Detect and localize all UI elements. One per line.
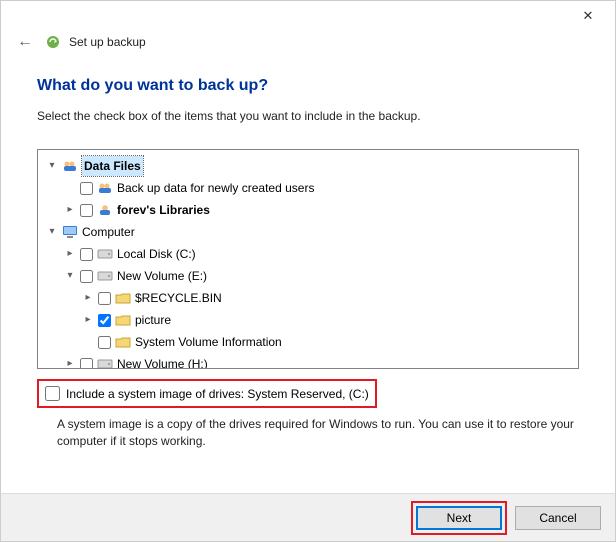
tree-label: New Volume (E:) bbox=[117, 266, 207, 286]
tree-label: $RECYCLE.BIN bbox=[135, 288, 222, 308]
folder-icon bbox=[115, 290, 131, 306]
users-icon bbox=[97, 180, 113, 196]
checkbox-forev-libraries[interactable] bbox=[80, 204, 93, 217]
tree-label: System Volume Information bbox=[135, 332, 282, 352]
close-icon: ✕ bbox=[583, 8, 594, 24]
tree-node-backup-new-users[interactable]: ▸ Back up data for newly created users bbox=[64, 178, 314, 198]
tree-label: Data Files bbox=[82, 156, 143, 176]
drive-icon bbox=[97, 268, 113, 284]
folder-icon bbox=[115, 334, 131, 350]
checkbox-local-disk-c[interactable] bbox=[80, 248, 93, 261]
cancel-button[interactable]: Cancel bbox=[515, 506, 601, 530]
chevron-right-icon[interactable]: ▸ bbox=[64, 200, 76, 220]
system-image-hint: A system image is a copy of the drives r… bbox=[57, 416, 577, 450]
tree-node-data-files[interactable]: ▾ Data Files bbox=[46, 156, 143, 176]
drive-icon bbox=[97, 356, 113, 369]
tree-node-computer[interactable]: ▾ Computer bbox=[46, 222, 135, 242]
chevron-down-icon[interactable]: ▾ bbox=[46, 222, 58, 242]
tree-label: forev's Libraries bbox=[117, 200, 210, 220]
system-image-label: Include a system image of drives: System… bbox=[66, 387, 369, 401]
next-button-highlight: Next bbox=[411, 501, 507, 535]
tree-node-sys-vol-info[interactable]: ▸ System Volume Information bbox=[82, 332, 282, 352]
chevron-down-icon[interactable]: ▾ bbox=[46, 156, 58, 176]
tree-label: Back up data for newly created users bbox=[117, 178, 314, 198]
computer-icon bbox=[62, 224, 78, 240]
user-icon bbox=[97, 202, 113, 218]
tree-node-picture[interactable]: ▸ picture bbox=[82, 310, 171, 330]
tree-node-recycle-bin[interactable]: ▸ $RECYCLE.BIN bbox=[82, 288, 222, 308]
close-button[interactable]: ✕ bbox=[567, 2, 609, 30]
users-icon bbox=[62, 158, 78, 174]
chevron-right-icon[interactable]: ▸ bbox=[64, 244, 76, 264]
tree-label: Computer bbox=[82, 222, 135, 242]
next-button[interactable]: Next bbox=[416, 506, 502, 530]
checkbox-picture[interactable] bbox=[98, 314, 111, 327]
window-title: Set up backup bbox=[69, 35, 146, 49]
backup-tree[interactable]: ▾ Data Files ▸ bbox=[37, 149, 579, 369]
tree-node-new-volume-h[interactable]: ▸ New Volume (H:) bbox=[64, 354, 208, 369]
chevron-right-icon[interactable]: ▸ bbox=[82, 310, 94, 330]
header-row: ← Set up backup bbox=[1, 31, 615, 59]
chevron-right-icon[interactable]: ▸ bbox=[64, 354, 76, 369]
folder-icon bbox=[115, 312, 131, 328]
system-image-row: Include a system image of drives: System… bbox=[37, 379, 377, 408]
checkbox-recycle-bin[interactable] bbox=[98, 292, 111, 305]
checkbox-new-volume-h[interactable] bbox=[80, 358, 93, 370]
dialog-footer: Next Cancel bbox=[1, 493, 615, 541]
backup-app-icon bbox=[45, 34, 61, 50]
tree-label: picture bbox=[135, 310, 171, 330]
checkbox-backup-new-users[interactable] bbox=[80, 182, 93, 195]
checkbox-new-volume-e[interactable] bbox=[80, 270, 93, 283]
tree-node-new-volume-e[interactable]: ▾ New Volume (E:) bbox=[64, 266, 207, 286]
chevron-down-icon[interactable]: ▾ bbox=[64, 266, 76, 286]
title-bar: ✕ bbox=[1, 1, 615, 31]
content-area: What do you want to back up? Select the … bbox=[1, 59, 615, 450]
checkbox-system-image[interactable] bbox=[45, 386, 60, 401]
checkbox-sys-vol-info[interactable] bbox=[98, 336, 111, 349]
tree-label: Local Disk (C:) bbox=[117, 244, 196, 264]
page-heading: What do you want to back up? bbox=[37, 77, 579, 95]
drive-icon bbox=[97, 246, 113, 262]
tree-node-forev-libraries[interactable]: ▸ forev's Libraries bbox=[64, 200, 210, 220]
tree-label: New Volume (H:) bbox=[117, 354, 208, 369]
tree-node-local-disk-c[interactable]: ▸ Local Disk (C:) bbox=[64, 244, 196, 264]
chevron-right-icon[interactable]: ▸ bbox=[82, 288, 94, 308]
back-button[interactable]: ← bbox=[13, 31, 37, 53]
instruction-text: Select the check box of the items that y… bbox=[37, 109, 579, 123]
